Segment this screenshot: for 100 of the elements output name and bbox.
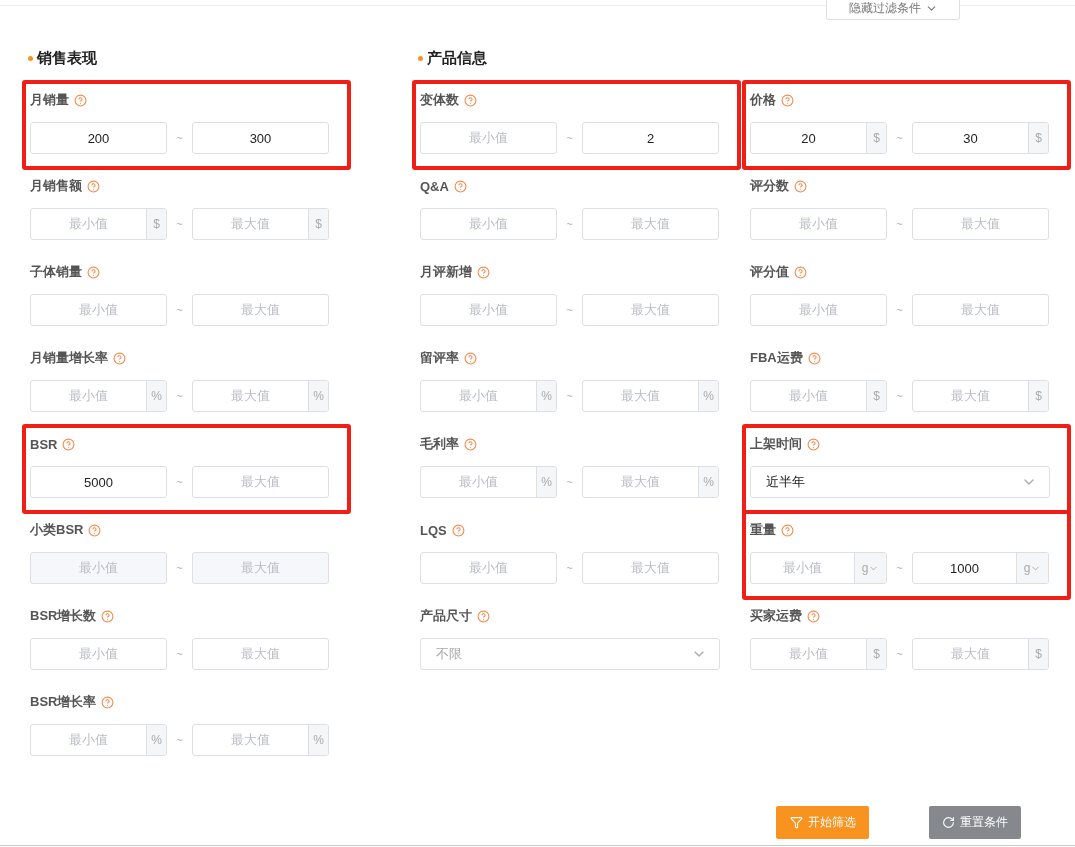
help-icon[interactable] bbox=[101, 609, 115, 623]
help-icon[interactable] bbox=[464, 437, 477, 451]
range-tilde: ~ bbox=[175, 218, 184, 230]
help-icon[interactable] bbox=[464, 93, 477, 107]
unit-dropdown[interactable]: g bbox=[1016, 553, 1048, 583]
input-field[interactable]: 最小值 $ bbox=[750, 380, 887, 412]
help-icon[interactable] bbox=[477, 609, 490, 623]
input-field[interactable]: 最小值 % bbox=[30, 380, 167, 412]
input-field[interactable]: 最小值 % bbox=[30, 724, 167, 756]
unit-addon: % bbox=[536, 467, 556, 497]
input-field[interactable]: 最大值 % bbox=[582, 466, 719, 498]
input-field[interactable]: 最大值 bbox=[192, 466, 329, 498]
filter-label: BSR bbox=[30, 436, 58, 452]
unit-addon: % bbox=[698, 467, 718, 497]
input-field[interactable]: 最大值 bbox=[582, 294, 719, 326]
unit-dropdown[interactable]: g bbox=[854, 553, 886, 583]
range-tilde: ~ bbox=[895, 218, 904, 230]
bullet-dot bbox=[418, 55, 423, 61]
input-field[interactable]: 最小值 bbox=[420, 552, 557, 584]
help-icon[interactable] bbox=[88, 523, 102, 537]
help-icon[interactable] bbox=[453, 179, 467, 193]
help-icon[interactable] bbox=[87, 265, 100, 279]
input-field[interactable]: 最大值 bbox=[912, 294, 1049, 326]
input-field[interactable]: 30 $ bbox=[912, 122, 1049, 154]
help-icon[interactable] bbox=[477, 265, 490, 279]
filter-label: 评分数 bbox=[750, 177, 789, 195]
help-icon[interactable] bbox=[807, 351, 821, 365]
unit-addon: % bbox=[146, 725, 166, 755]
unit-addon: $ bbox=[866, 381, 886, 411]
help-icon[interactable] bbox=[101, 695, 115, 709]
filter-label: Q&A bbox=[420, 178, 449, 194]
input-field[interactable]: 最大值 bbox=[192, 638, 329, 670]
help-icon[interactable] bbox=[794, 179, 807, 193]
range-tilde: ~ bbox=[175, 476, 184, 488]
help-icon[interactable] bbox=[62, 437, 76, 451]
input-field[interactable]: 300 bbox=[192, 122, 329, 154]
input-field[interactable]: 最小值 % bbox=[420, 380, 557, 412]
input-field[interactable]: 最小值 bbox=[420, 294, 557, 326]
section-title: 产品信息 bbox=[427, 48, 487, 68]
input-field[interactable]: 最大值 % bbox=[192, 380, 329, 412]
input-field[interactable]: 最大值 % bbox=[192, 724, 329, 756]
range-tilde: ~ bbox=[565, 390, 574, 402]
unit-addon: $ bbox=[146, 209, 166, 239]
help-icon[interactable] bbox=[807, 437, 820, 451]
unit-addon: % bbox=[536, 381, 556, 411]
filter-label: 月销量增长率 bbox=[30, 349, 108, 367]
filter-label: 留评率 bbox=[420, 349, 459, 367]
input-field[interactable]: 最小值 % bbox=[420, 466, 557, 498]
input-field[interactable]: 最大值 bbox=[582, 552, 719, 584]
range-tilde: ~ bbox=[175, 648, 184, 660]
filter-label: 买家运费 bbox=[750, 607, 802, 625]
filter-label: FBA运费 bbox=[750, 349, 803, 367]
help-icon[interactable] bbox=[781, 93, 794, 107]
input-field[interactable]: 最小值 bbox=[750, 208, 887, 240]
input-field[interactable]: 最大值 $ bbox=[912, 638, 1049, 670]
input-field[interactable]: 最小值 bbox=[30, 294, 167, 326]
input-field[interactable]: 最大值 bbox=[912, 208, 1049, 240]
select-field[interactable]: 近半年 bbox=[750, 466, 1050, 498]
range-tilde: ~ bbox=[175, 390, 184, 402]
toggle-filters-button[interactable]: 隐藏过滤条件 bbox=[826, 0, 960, 20]
input-field[interactable]: 200 bbox=[30, 122, 167, 154]
input-field[interactable]: 最大值 $ bbox=[192, 208, 329, 240]
input-field[interactable]: 最大值 bbox=[582, 208, 719, 240]
input-field[interactable]: 最小值 $ bbox=[30, 208, 167, 240]
help-icon[interactable] bbox=[807, 609, 820, 623]
input-field[interactable]: 最小值 bbox=[420, 122, 557, 154]
input-field[interactable]: 最小值 bbox=[750, 294, 887, 326]
help-icon[interactable] bbox=[87, 179, 100, 193]
input-field[interactable]: 最小值 $ bbox=[750, 638, 887, 670]
filter-button[interactable]: 开始筛选 bbox=[776, 806, 869, 839]
input-field[interactable]: 最小值 g bbox=[750, 552, 887, 584]
range-tilde: ~ bbox=[175, 562, 184, 574]
section-title: 销售表现 bbox=[37, 48, 97, 68]
filter-label: 上架时间 bbox=[750, 435, 802, 453]
select-field[interactable]: 不限 bbox=[420, 638, 720, 670]
range-tilde: ~ bbox=[565, 304, 574, 316]
input-field[interactable]: 最大值 $ bbox=[912, 380, 1049, 412]
help-icon[interactable] bbox=[464, 351, 477, 365]
input-field[interactable]: 最大值 bbox=[192, 294, 329, 326]
funnel-icon bbox=[789, 816, 803, 829]
help-icon[interactable] bbox=[794, 265, 807, 279]
range-tilde: ~ bbox=[565, 132, 574, 144]
input-field[interactable]: 20 $ bbox=[750, 122, 887, 154]
unit-addon: % bbox=[308, 381, 328, 411]
range-tilde: ~ bbox=[895, 648, 904, 660]
input-field[interactable]: 最小值 bbox=[420, 208, 557, 240]
input-field[interactable]: 5000 bbox=[30, 466, 167, 498]
input-field[interactable]: 最小值 bbox=[30, 638, 167, 670]
help-icon[interactable] bbox=[74, 93, 87, 107]
reset-button[interactable]: 重置条件 bbox=[929, 806, 1021, 839]
range-tilde: ~ bbox=[895, 562, 904, 574]
filter-label: BSR增长数 bbox=[30, 607, 97, 625]
input-field[interactable]: 最大值 % bbox=[582, 380, 719, 412]
input-field[interactable]: 2 bbox=[582, 122, 719, 154]
help-icon[interactable] bbox=[451, 523, 465, 537]
input-field[interactable]: 1000 g bbox=[912, 552, 1049, 584]
help-icon[interactable] bbox=[781, 523, 794, 537]
unit-addon: $ bbox=[866, 639, 886, 669]
help-icon[interactable] bbox=[113, 351, 126, 365]
filter-label: 变体数 bbox=[420, 91, 459, 109]
